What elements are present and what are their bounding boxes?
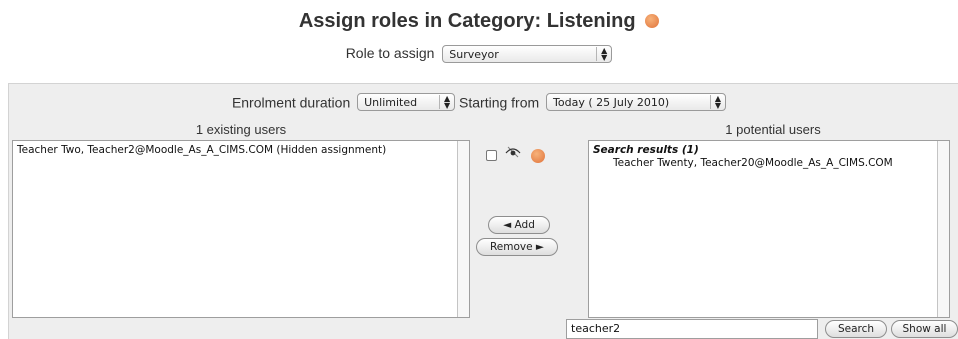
add-button[interactable]: ◄ Add (488, 216, 550, 234)
duration-select-value: Unlimited (364, 95, 418, 109)
page-title: Assign roles in Category: Listening (0, 10, 958, 33)
hidden-assignment-checkbox[interactable] (486, 150, 497, 161)
potential-users-list[interactable]: Search results (1) Teacher Twenty, Teach… (588, 140, 950, 318)
show-all-button[interactable]: Show all (891, 320, 958, 338)
dropdown-arrows-icon: ▲ ▼ (438, 95, 450, 110)
eye-icon (505, 146, 521, 158)
scrollbar[interactable] (457, 141, 469, 317)
existing-users-label: 1 existing users (195, 122, 287, 137)
list-item[interactable]: Teacher Two, Teacher2@Moodle_As_A_CIMS.C… (13, 141, 469, 159)
page-title-text: Assign roles in Category: Listening (298, 10, 636, 32)
dropdown-arrows-icon: ▲ ▼ (596, 47, 607, 62)
start-select[interactable]: Today ( 25 July 2010) ▲ ▼ (546, 93, 727, 112)
role-select-value: Surveyor (449, 47, 499, 61)
enrolment-row: Enrolment duration Unlimited ▲ ▼ Starting… (0, 93, 958, 112)
duration-select[interactable]: Unlimited ▲ ▼ (357, 93, 456, 112)
start-select-value: Today ( 25 July 2010) (553, 95, 670, 109)
scrollbar[interactable] (937, 141, 949, 317)
role-row: Role to assign Surveyor ▲ ▼ (0, 45, 958, 64)
search-button[interactable]: Search (825, 320, 887, 338)
start-label: Starting from (459, 94, 540, 111)
role-select[interactable]: Surveyor ▲ ▼ (442, 45, 613, 64)
role-label: Role to assign (345, 45, 435, 61)
search-input[interactable]: teacher2 (566, 319, 818, 339)
help-icon[interactable] (645, 13, 660, 28)
existing-users-list[interactable]: Teacher Two, Teacher2@Moodle_As_A_CIMS.C… (12, 140, 470, 318)
potential-users-label: 1 potential users (725, 122, 821, 137)
dropdown-arrows-icon: ▲ ▼ (709, 95, 721, 110)
help-icon[interactable] (531, 149, 545, 163)
remove-button[interactable]: Remove ► (476, 238, 558, 256)
search-results-group: Search results (1) (593, 144, 699, 156)
list-item[interactable]: Teacher Twenty, Teacher20@Moodle_As_A_CI… (589, 156, 949, 169)
duration-label: Enrolment duration (231, 94, 351, 111)
